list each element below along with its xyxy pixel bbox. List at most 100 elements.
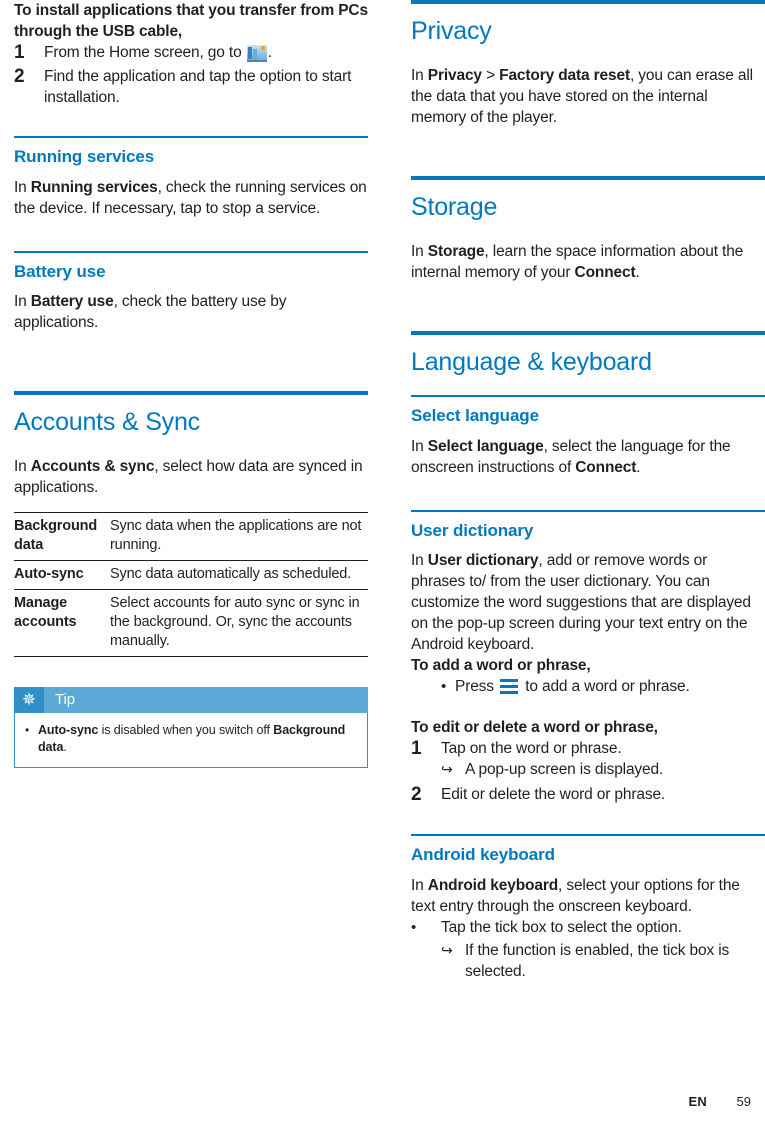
text-fragment-bold: Accounts & sync (30, 457, 155, 475)
step-item: 2 Edit or delete the word or phrase. (411, 784, 765, 806)
text-fragment: In (14, 178, 31, 196)
table-cell-value: Sync data automatically as scheduled. (110, 559, 368, 590)
text-fragment-bold: Android keyboard (427, 876, 559, 894)
step-text-after: . (267, 44, 272, 61)
section-rule (411, 509, 765, 512)
user-dictionary-subsection: User dictionary In User dictionary, add … (411, 509, 765, 807)
text-fragment: In (411, 437, 428, 455)
apps-icon (246, 44, 267, 62)
storage-heading: Storage (411, 192, 498, 221)
section-rule (14, 136, 368, 138)
install-apps-block: To install applications that you transfe… (14, 0, 368, 108)
tip-box: ✵ Tip • Auto-sync is disabled when you s… (14, 686, 368, 768)
step-substep: ↪ A pop-up screen is displayed. (441, 759, 765, 780)
battery-use-section: Battery use In Battery use, check the ba… (14, 250, 368, 334)
running-services-body: In Running services, check the running s… (14, 177, 368, 219)
android-keyboard-body: In Android keyboard, select your options… (411, 875, 765, 917)
text-fragment-bold: Factory data reset (499, 66, 630, 84)
user-dictionary-body: In User dictionary, add or remove words … (411, 550, 765, 655)
text-fragment-bold: Storage (427, 242, 485, 260)
tip-label: Tip (55, 691, 75, 709)
text-fragment-bold: Privacy (427, 66, 482, 84)
table-cell-value: Select accounts for auto sync or sync in… (110, 588, 368, 657)
table-cell-value: Sync data when the applications are not … (110, 511, 368, 561)
arrow-icon: ↪ (441, 761, 453, 778)
text-fragment-bold: Battery use (30, 293, 114, 311)
table-row: Manage accounts Select accounts for auto… (14, 588, 368, 657)
step-substep-text: A pop-up screen is displayed. (465, 761, 664, 779)
bullet-dot-icon: • (411, 918, 417, 936)
android-keyboard-subsection: Android keyboard In Android keyboard, se… (411, 834, 765, 982)
tip-header: ✵ Tip (14, 686, 368, 713)
chapter-rule (411, 330, 765, 335)
text-fragment: Press (455, 678, 499, 696)
select-language-body: In Select language, select the language … (411, 436, 765, 478)
manual-page: To install applications that you transfe… (0, 0, 765, 1123)
step-text: From the Home screen, go to . (44, 42, 368, 63)
text-fragment: > (481, 66, 500, 84)
page-footer: EN 59 (0, 1091, 765, 1109)
step-item: 1 Tap on the word or phrase. ↪ A pop-up … (411, 738, 765, 782)
chapter-rule (14, 391, 368, 396)
text-fragment-bold: Connect (575, 458, 637, 476)
asterisk-icon: ✵ (14, 686, 44, 713)
text-fragment-bold: Connect (574, 263, 636, 281)
text-fragment: . (636, 458, 641, 476)
chapter-rule (411, 0, 765, 4)
step-text-before: From the Home screen, go to (44, 44, 246, 61)
accounts-sync-heading: Accounts & Sync (14, 408, 200, 437)
android-keyboard-substep: ↪ If the function is enabled, the tick b… (441, 940, 765, 982)
section-rule (411, 395, 765, 398)
table-cell-key: Auto-sync (14, 559, 110, 590)
android-keyboard-bullet: • Tap the tick box to select the option. (411, 917, 765, 938)
android-keyboard-substep-text: If the function is enabled, the tick box… (465, 941, 730, 980)
footer-page-number: 59 (736, 1094, 751, 1109)
edit-word-lead: To edit or delete a word or phrase, (411, 719, 658, 737)
storage-section: Storage In Storage, learn the space info… (411, 175, 765, 283)
text-fragment-bold: Running services (30, 178, 158, 196)
table-row: Background data Sync data when the appli… (14, 511, 368, 561)
menu-icon (500, 679, 519, 695)
install-apps-steps: 1 From the Home screen, go to . 2 Find t… (14, 42, 368, 108)
privacy-body: In Privacy > Factory data reset, you can… (411, 65, 765, 128)
select-language-subsection: Select language In Select language, sele… (411, 395, 765, 478)
step-item: 1 From the Home screen, go to . (14, 42, 368, 64)
add-word-bullet-text: Press to add a word or phrase. (455, 676, 765, 697)
text-fragment: is disabled when you switch off (98, 722, 274, 737)
step-text: Tap on the word or phrase. (441, 740, 622, 758)
step-number: 2 (411, 784, 422, 806)
step-text: Find the application and tap the option … (44, 68, 352, 106)
battery-use-heading: Battery use (14, 261, 106, 281)
text-fragment: In (411, 242, 428, 260)
accounts-sync-section: Accounts & Sync In Accounts & sync, sele… (14, 391, 368, 768)
tip-bullet-text: Auto-sync is disabled when you switch of… (38, 722, 357, 756)
android-keyboard-heading: Android keyboard (411, 845, 555, 865)
step-text: Edit or delete the word or phrase. (441, 786, 666, 804)
text-fragment: In (411, 66, 428, 84)
battery-use-body: In Battery use, check the battery use by… (14, 291, 368, 333)
bullet-dot-icon: • (25, 722, 30, 737)
bullet-dot-icon: • (441, 678, 447, 696)
select-language-heading: Select language (411, 406, 539, 426)
text-fragment-bold: User dictionary (427, 552, 539, 570)
section-rule (14, 250, 368, 253)
chapter-rule (411, 175, 765, 180)
privacy-section: Privacy In Privacy > Factory data reset,… (411, 0, 765, 128)
step-text-wrap: Tap on the word or phrase. ↪ A pop-up sc… (441, 738, 765, 782)
text-fragment: In (411, 552, 428, 570)
privacy-heading: Privacy (411, 17, 492, 45)
left-column: To install applications that you transfe… (14, 0, 368, 768)
footer-language-code: EN (688, 1094, 707, 1109)
step-number: 1 (14, 42, 25, 63)
text-fragment: to add a word or phrase. (521, 678, 690, 696)
text-fragment-bold: Select language (427, 437, 544, 455)
section-rule (411, 834, 765, 837)
add-word-lead: To add a word or phrase, (411, 657, 591, 675)
arrow-icon: ↪ (441, 941, 453, 958)
table-cell-key: Background data (14, 511, 110, 561)
text-fragment: In (411, 876, 428, 894)
add-word-bullet: • Press to add a word or phrase. (441, 676, 765, 697)
edit-word-steps: 1 Tap on the word or phrase. ↪ A pop-up … (411, 738, 765, 806)
tip-body: • Auto-sync is disabled when you switch … (14, 712, 368, 768)
running-services-section: Running services In Running services, ch… (14, 136, 368, 219)
